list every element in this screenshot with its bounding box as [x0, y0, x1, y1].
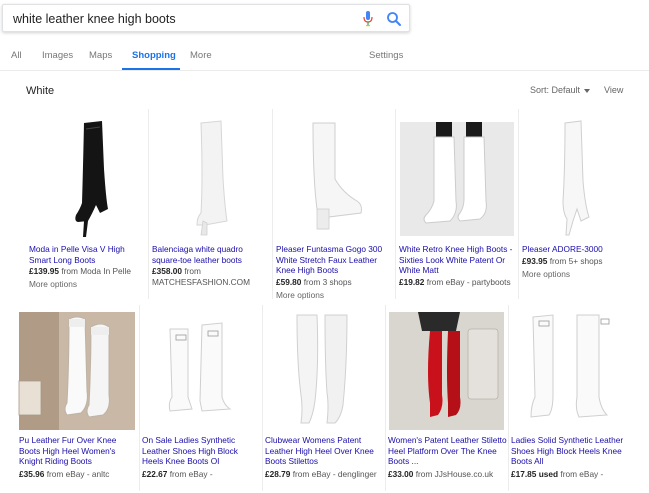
product-card[interactable]: Pleaser Funtasma Gogo 300 White Stretch … — [273, 109, 395, 300]
product-title[interactable]: Women's Patent Leather Stiletto Heel Pla… — [388, 435, 508, 467]
product-title[interactable]: Pleaser Funtasma Gogo 300 White Stretch … — [276, 244, 391, 276]
product-title[interactable]: Ladies Solid Synthetic Leather Shoes Hig… — [511, 435, 631, 467]
tab-all[interactable]: All — [11, 50, 22, 61]
view-toggle[interactable]: View — [604, 85, 623, 95]
product-title[interactable]: White Retro Knee High Boots - Sixties Lo… — [399, 244, 516, 276]
price-condition: used — [538, 469, 559, 479]
caret-down-icon — [584, 88, 591, 93]
search-box[interactable]: white leather knee high boots — [2, 4, 410, 32]
product-card[interactable]: White Retro Knee High Boots - Sixties Lo… — [396, 109, 518, 297]
product-card[interactable]: Pu Leather Fur Over Knee Boots High Heel… — [17, 305, 139, 491]
product-card[interactable]: Balenciaga white quadro square-toe leath… — [149, 109, 272, 297]
product-price: £28.79 from eBay - denglinger — [265, 469, 377, 480]
product-title[interactable]: Pu Leather Fur Over Knee Boots High Heel… — [19, 435, 137, 467]
merchant: from Moda In Pelle — [61, 266, 131, 276]
product-price: £33.00 from JJsHouse.co.uk — [388, 469, 493, 480]
product-price: £59.80 from 3 shops — [276, 277, 352, 288]
merchant: from JJsHouse.co.uk — [415, 469, 494, 479]
search-input[interactable]: white leather knee high boots — [13, 12, 176, 26]
settings-link[interactable]: Settings — [369, 50, 403, 61]
tab-shopping[interactable]: Shopping — [132, 50, 176, 61]
search-icon[interactable] — [386, 11, 402, 27]
tab-images[interactable]: Images — [42, 50, 73, 61]
product-card[interactable]: Moda in Pelle Visa V High Smart Long Boo… — [26, 109, 148, 297]
product-image[interactable] — [140, 305, 262, 430]
product-title[interactable]: Moda in Pelle Visa V High Smart Long Boo… — [29, 244, 144, 265]
product-image[interactable] — [386, 305, 504, 430]
product-image[interactable] — [519, 109, 625, 237]
product-price: £17.85 used from eBay - — [511, 469, 603, 480]
product-price: £19.82 from eBay - partyboots — [399, 277, 511, 288]
merchant: from eBay - — [560, 469, 604, 479]
merchant: from eBay - denglinger — [292, 469, 377, 479]
price-value: £22.67 — [142, 469, 168, 479]
section-title: White — [26, 85, 55, 97]
product-price: £35.96 from eBay - anltc — [19, 469, 109, 480]
merchant: from eBay - anltc — [46, 469, 110, 479]
product-card[interactable]: On Sale Ladies Synthetic Leather Shoes H… — [140, 305, 262, 491]
merchant: from — [184, 266, 201, 276]
price-value: £59.80 — [276, 277, 302, 287]
tabs-divider — [0, 70, 649, 71]
product-image[interactable] — [263, 305, 385, 430]
sort-label: Sort: — [530, 85, 550, 95]
product-title[interactable]: Clubwear Womens Patent Leather High Heel… — [265, 435, 383, 467]
product-title[interactable]: Pleaser ADORE-3000 — [522, 244, 625, 255]
price-value: £28.79 — [265, 469, 291, 479]
product-price: £358.00 from — [152, 266, 201, 277]
merchant: from eBay - — [169, 469, 213, 479]
price-value: £33.00 — [388, 469, 414, 479]
more-options-link[interactable]: More options — [276, 290, 324, 300]
tab-maps[interactable]: Maps — [89, 50, 112, 61]
sort-value: Default — [551, 85, 581, 95]
product-image[interactable] — [17, 305, 135, 430]
product-card[interactable]: Pleaser ADORE-3000 £93.95 from 5+ shops … — [519, 109, 625, 297]
product-price: £22.67 from eBay - — [142, 469, 213, 480]
more-options-link[interactable]: More options — [29, 279, 77, 289]
product-price: £93.95 from 5+ shops — [522, 256, 603, 267]
sort-dropdown[interactable]: Sort: Default — [530, 85, 591, 95]
merchant: from eBay - partyboots — [426, 277, 511, 287]
price-value: £19.82 — [399, 277, 425, 287]
product-image[interactable] — [273, 109, 395, 237]
price-value: £17.85 — [511, 469, 537, 479]
merchant-name: MATCHESFASHION.COM — [152, 277, 251, 287]
product-card[interactable]: Women's Patent Leather Stiletto Heel Pla… — [386, 305, 508, 491]
price-value: £35.96 — [19, 469, 45, 479]
product-image[interactable] — [396, 109, 514, 237]
search-tabs: All Images Maps Shopping More — [0, 42, 410, 70]
product-image[interactable] — [26, 109, 148, 237]
product-card[interactable]: Ladies Solid Synthetic Leather Shoes Hig… — [509, 305, 631, 491]
merchant: from 3 shops — [303, 277, 352, 287]
product-title[interactable]: Balenciaga white quadro square-toe leath… — [152, 244, 268, 265]
microphone-icon[interactable] — [363, 11, 373, 27]
merchant: from 5+ shops — [549, 256, 603, 266]
price-value: £358.00 — [152, 266, 182, 276]
price-value: £93.95 — [522, 256, 548, 266]
price-value: £139.95 — [29, 266, 59, 276]
more-options-link[interactable]: More options — [522, 269, 570, 279]
product-image[interactable] — [509, 305, 627, 430]
tab-more[interactable]: More — [190, 50, 212, 61]
product-image[interactable] — [149, 109, 272, 237]
product-card[interactable]: Clubwear Womens Patent Leather High Heel… — [263, 305, 385, 491]
product-title[interactable]: On Sale Ladies Synthetic Leather Shoes H… — [142, 435, 260, 467]
product-price: £139.95 from Moda In Pelle — [29, 266, 131, 277]
